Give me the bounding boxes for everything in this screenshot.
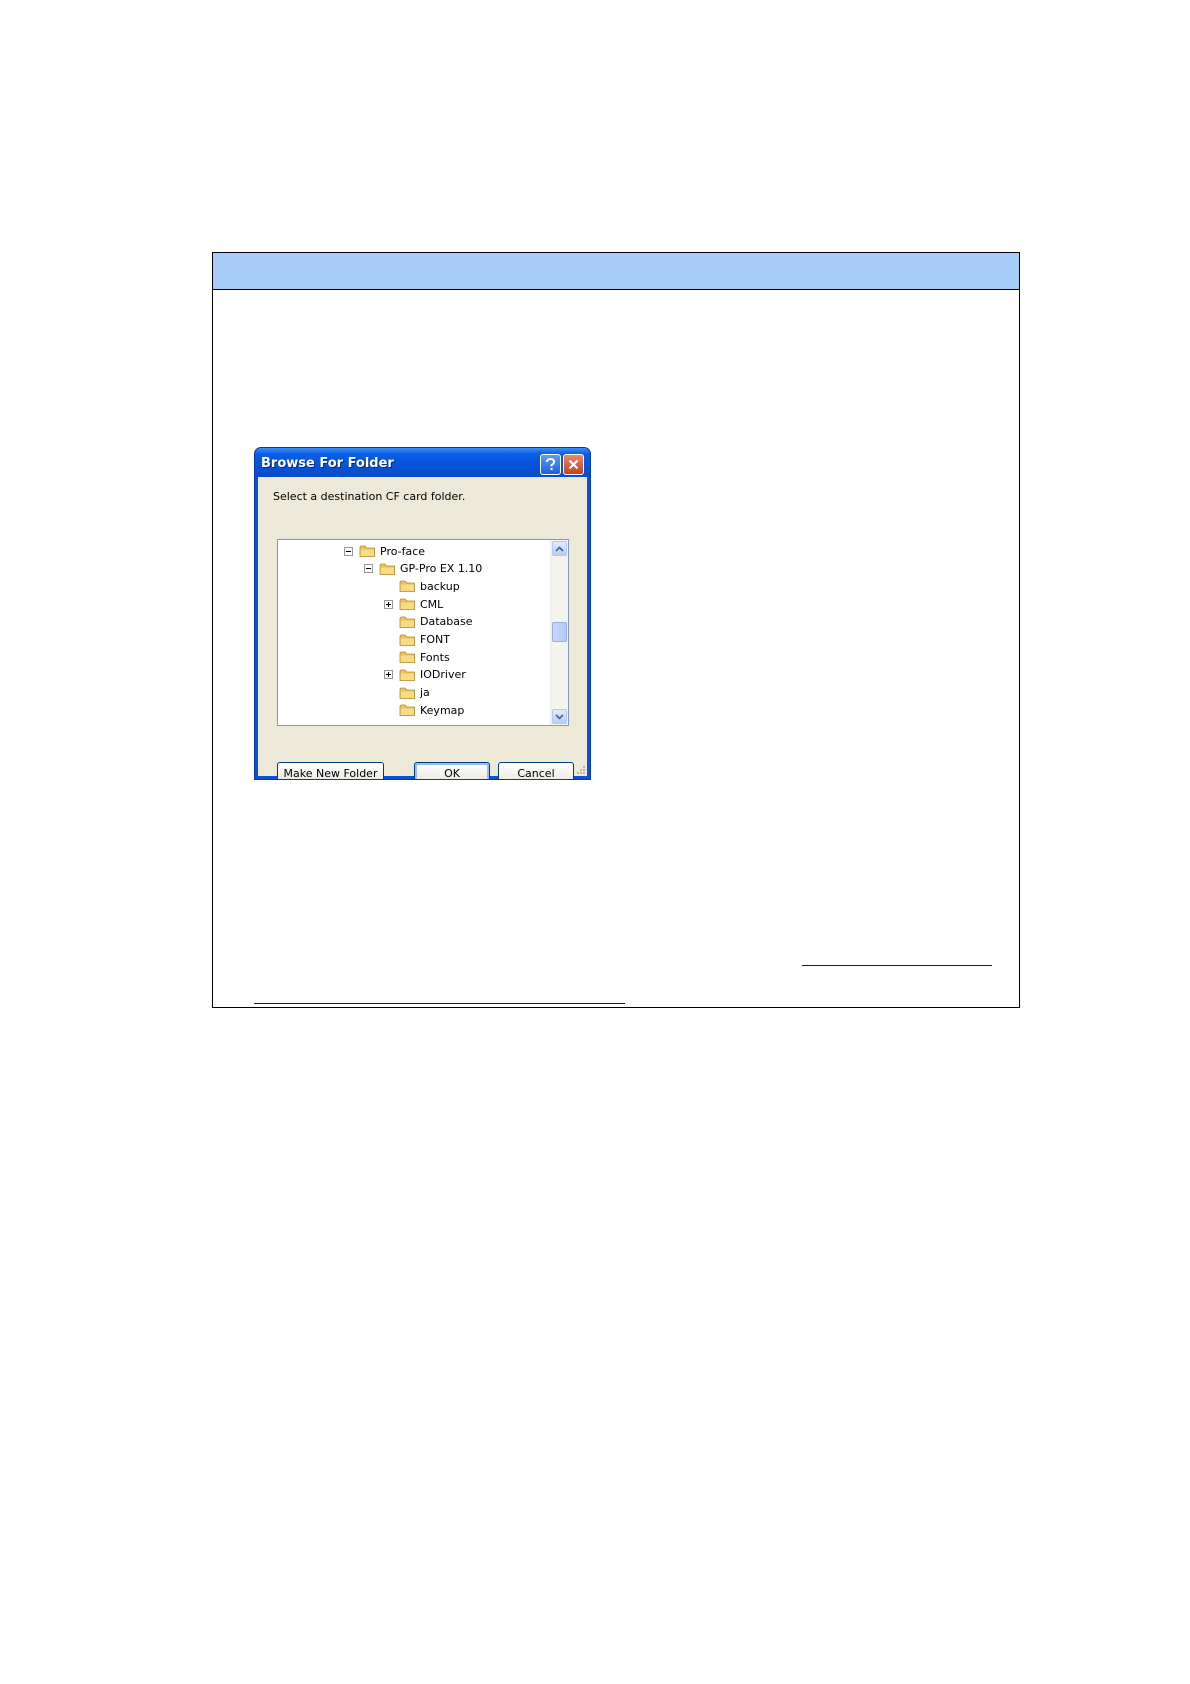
folder-icon	[399, 704, 415, 717]
folder-icon	[399, 651, 415, 664]
tree-item[interactable]: GP-Pro EX 1.10	[364, 561, 482, 577]
tree-item[interactable]: ja	[384, 685, 430, 701]
folder-icon	[399, 669, 415, 681]
tree-item[interactable]: backup	[384, 578, 460, 594]
dialog-prompt: Select a destination CF card folder.	[273, 490, 466, 503]
scroll-thumb[interactable]	[552, 622, 567, 642]
scroll-up-button[interactable]	[552, 541, 567, 556]
ok-button[interactable]: OK	[414, 762, 490, 779]
tree-item-label: ja	[420, 686, 430, 700]
scroll-down-button[interactable]	[552, 709, 567, 724]
tree-item-label: Pro-face	[380, 544, 426, 558]
folder-icon	[359, 545, 375, 557]
tree-item[interactable]: CML	[384, 596, 443, 612]
tree-item[interactable]: Fonts	[384, 649, 450, 665]
tree-item-label: GP-Pro EX 1.10	[400, 562, 483, 576]
dialog-body: Select a destination CF card folder. Pro…	[258, 477, 587, 779]
tree-item-label: FONT	[420, 633, 450, 646]
folder-icon	[399, 616, 415, 628]
collapse-icon[interactable]	[364, 564, 373, 574]
folder-icon	[399, 598, 415, 610]
folder-icon	[399, 687, 415, 699]
expand-icon[interactable]	[384, 670, 393, 680]
browse-for-folder-dialog: Browse For Folder Select a destination C…	[254, 447, 591, 780]
collapse-icon[interactable]	[344, 546, 353, 556]
chevron-up-icon	[555, 545, 564, 552]
close-button[interactable]	[563, 454, 584, 475]
folder-icon	[399, 634, 415, 646]
dialog-title: Browse For Folder	[261, 456, 394, 471]
document-header-bar	[213, 253, 1019, 290]
folder-icon	[399, 580, 415, 593]
tree-item-label: Database	[420, 615, 473, 629]
tree-item[interactable]: FONT	[384, 632, 450, 648]
make-new-folder-button[interactable]: Make New Folder	[277, 762, 384, 779]
hyperlink-underline[interactable]	[254, 1003, 625, 1004]
close-icon	[568, 459, 579, 470]
cancel-button[interactable]: Cancel	[498, 762, 574, 779]
question-mark-icon	[546, 458, 556, 470]
hyperlink-underline[interactable]	[802, 965, 992, 966]
tree-item[interactable]: Keymap	[384, 702, 464, 718]
tree-item-label: Keymap	[420, 703, 465, 717]
tree-item-label: backup	[420, 579, 460, 593]
expand-icon[interactable]	[384, 599, 393, 609]
help-button[interactable]	[540, 454, 561, 475]
chevron-down-icon	[555, 713, 564, 720]
tree-scrollbar[interactable]	[550, 540, 568, 725]
resize-grip-icon[interactable]	[575, 764, 585, 774]
folder-tree[interactable]: Pro-face GP-Pro EX 1.10 backup CML Database F…	[277, 539, 569, 726]
tree-item[interactable]: Database	[384, 614, 473, 630]
tree-item[interactable]: Pro-face	[344, 543, 425, 559]
tree-item-label: CML	[420, 597, 444, 611]
tree-item-label: IODriver	[420, 668, 466, 682]
folder-icon	[379, 563, 395, 575]
dialog-title-bar[interactable]: Browse For Folder	[255, 448, 590, 477]
tree-item-label: Fonts	[420, 650, 450, 664]
tree-item[interactable]: IODriver	[384, 667, 466, 683]
